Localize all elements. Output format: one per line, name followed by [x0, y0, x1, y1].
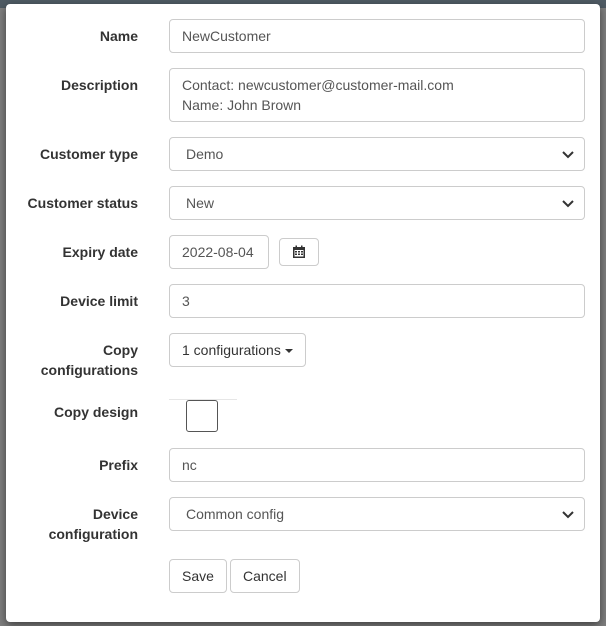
- description-label: Description: [60, 77, 138, 93]
- copy-configurations-label: Copy configurations: [40, 342, 138, 378]
- name-input[interactable]: NewCustomer: [169, 19, 585, 53]
- prefix-label: Prefix: [99, 457, 138, 473]
- calendar-button[interactable]: [279, 238, 319, 266]
- customer-type-select[interactable]: Demo: [169, 137, 585, 171]
- copy-design-label: Copy design: [53, 404, 138, 420]
- customer-status-label: Customer status: [27, 195, 138, 211]
- calendar-icon: [293, 245, 305, 258]
- name-label: Name: [99, 28, 138, 44]
- caret-down-icon: [284, 349, 293, 354]
- chevron-down-icon: [562, 200, 574, 208]
- cancel-button[interactable]: Cancel: [230, 559, 300, 593]
- copy-design-checkbox[interactable]: [186, 400, 218, 432]
- expiry-date-label: Expiry date: [62, 244, 138, 260]
- customer-type-value: Demo: [186, 146, 224, 162]
- save-button[interactable]: Save: [169, 559, 227, 593]
- device-configuration-label: Device configuration: [48, 506, 138, 542]
- device-limit-label: Device limit: [60, 293, 138, 309]
- customer-dialog: Name NewCustomer Description Contact: ne…: [6, 4, 600, 622]
- customer-status-select[interactable]: New: [169, 186, 585, 220]
- customer-status-value: New: [186, 195, 215, 211]
- copy-configurations-button-label: 1 configurations: [182, 342, 281, 358]
- device-configuration-value: Common config: [186, 506, 285, 522]
- customer-type-label: Customer type: [39, 146, 138, 162]
- expiry-date-input[interactable]: 2022-08-04: [169, 235, 269, 269]
- chevron-down-icon: [562, 511, 574, 519]
- copy-configurations-dropdown[interactable]: 1 configurations: [169, 333, 306, 367]
- device-limit-input[interactable]: 3: [169, 284, 585, 318]
- prefix-input[interactable]: nc: [169, 448, 585, 482]
- device-configuration-select[interactable]: Common config: [169, 497, 585, 531]
- description-textarea[interactable]: Contact: newcustomer@customer-mail.com N…: [169, 68, 585, 122]
- chevron-down-icon: [562, 151, 574, 159]
